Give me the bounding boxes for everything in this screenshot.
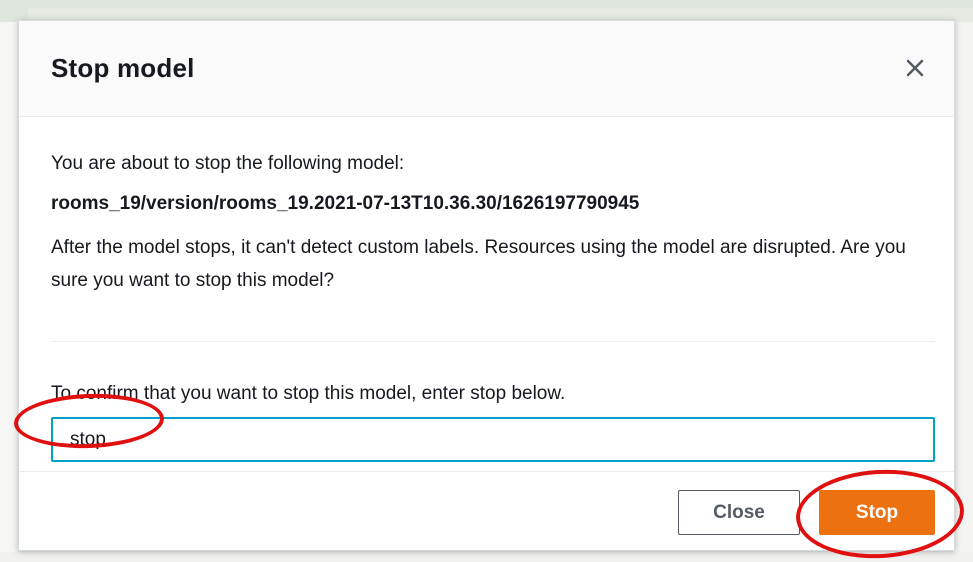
warning-text: After the model stops, it can't detect c… [51,237,906,291]
stop-model-dialog: Stop model You are about to stop the fol… [18,20,955,551]
close-icon[interactable] [898,51,932,85]
intro-text: You are about to stop the following mode… [51,153,405,174]
background-strip-top [0,0,973,22]
dialog-title: Stop model [51,53,195,83]
confirm-label: To confirm that you want to stop this mo… [51,383,566,404]
dialog-footer: Close Stop [19,471,954,552]
close-button[interactable]: Close [678,490,800,535]
confirm-stop-input[interactable] [51,417,935,462]
dialog-header: Stop model [19,21,954,117]
background-right [955,22,973,562]
divider [51,341,935,342]
model-identifier: rooms_19/version/rooms_19.2021-07-13T10.… [51,193,640,214]
stop-button[interactable]: Stop [819,490,935,535]
background-left [0,22,18,562]
background-bottom [0,552,973,562]
